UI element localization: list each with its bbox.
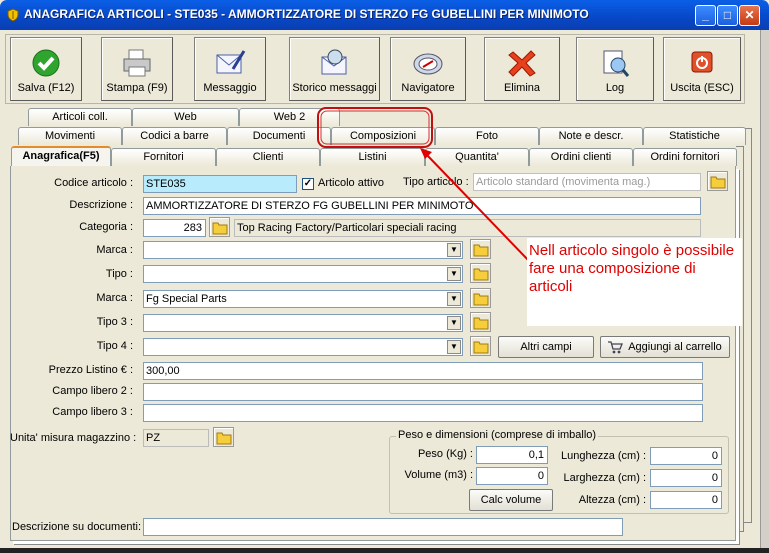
annotation-arrow [425, 153, 531, 263]
annotation-callout: Nell articolo singolo è possibile fare u… [527, 238, 742, 326]
highlight-box-inner [320, 110, 430, 145]
window-bottom-edge [0, 548, 769, 553]
highlight-box [317, 107, 433, 148]
